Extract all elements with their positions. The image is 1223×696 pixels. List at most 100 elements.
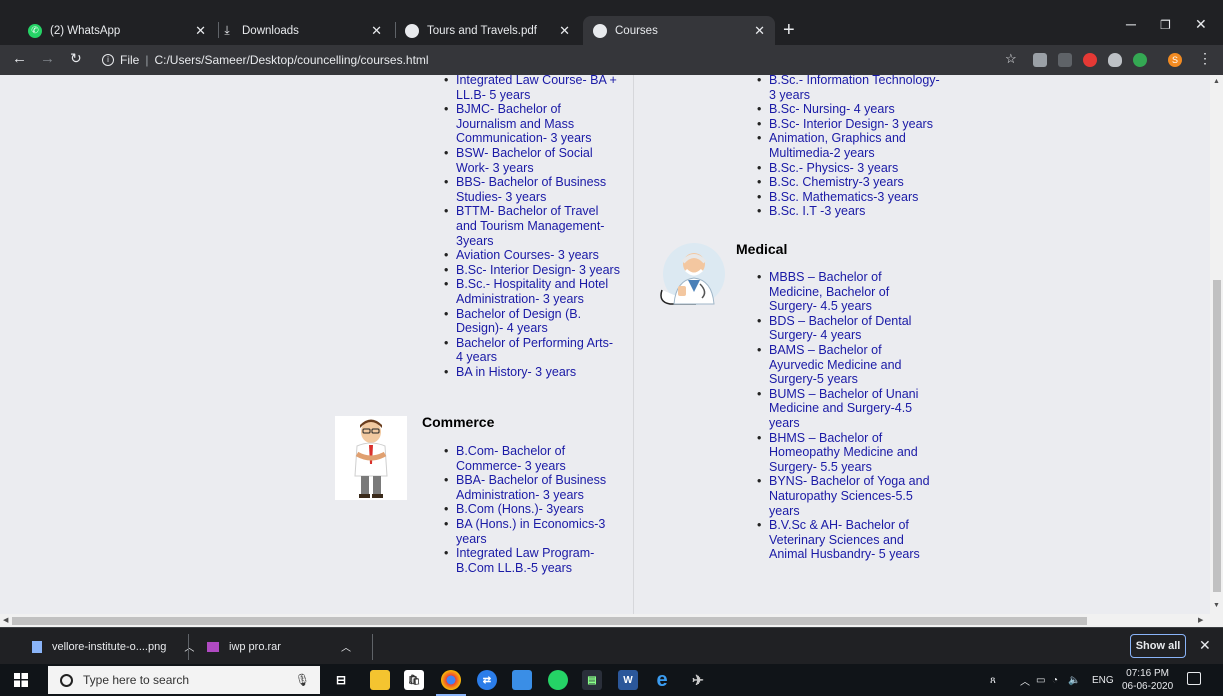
tab-title: Courses: [615, 24, 658, 37]
course-item[interactable]: BUMS – Bachelor of Unani Medicine and Su…: [754, 387, 934, 431]
scroll-down-arrow-icon[interactable]: ▼: [1213, 602, 1220, 609]
show-all-button[interactable]: Show all: [1130, 634, 1186, 658]
course-item[interactable]: B.Com- Bachelor of Commerce- 3 years: [441, 444, 621, 473]
course-item[interactable]: B.Sc.- Information Technology- 3 years: [754, 75, 944, 102]
course-item[interactable]: B.Sc- Interior Design- 3 years: [441, 263, 621, 278]
adblock-icon[interactable]: [1083, 53, 1097, 67]
address-bar[interactable]: i File | C:/Users/Sameer/Desktop/councel…: [102, 49, 992, 71]
course-item[interactable]: Aviation Courses- 3 years: [441, 248, 621, 263]
system-clock[interactable]: 07:16 PM 06-06-2020: [1122, 667, 1173, 693]
restore-icon[interactable]: ❐: [1160, 18, 1171, 32]
new-tab-button[interactable]: +: [783, 19, 795, 42]
download-separator: [188, 634, 189, 660]
course-item[interactable]: Integrated Law Course- BA + LL.B- 5 year…: [441, 75, 621, 102]
course-item[interactable]: B.Sc. Mathematics-3 years: [754, 190, 944, 205]
search-icon: [60, 673, 73, 687]
course-item[interactable]: BTTM- Bachelor of Travel and Tourism Man…: [441, 204, 621, 248]
course-item[interactable]: B.Com (Hons.)- 3years: [441, 502, 621, 517]
course-item[interactable]: B.Sc. Chemistry-3 years: [754, 175, 944, 190]
editor-icon[interactable]: [512, 670, 532, 690]
course-item[interactable]: BJMC- Bachelor of Journalism and Mass Co…: [441, 102, 621, 146]
scroll-up-arrow-icon[interactable]: ▲: [1213, 78, 1220, 85]
scroll-left-arrow-icon[interactable]: ◀: [3, 616, 8, 624]
close-icon[interactable]: ✕: [371, 23, 382, 39]
download-item[interactable]: iwp pro.rar ︿: [207, 628, 351, 665]
language-indicator[interactable]: ENG: [1092, 664, 1114, 696]
tab-downloads[interactable]: ⤓ Downloads ✕: [220, 16, 392, 45]
course-item[interactable]: BBS- Bachelor of Business Studies- 3 yea…: [441, 175, 621, 204]
course-item[interactable]: MBBS – Bachelor of Medicine, Bachelor of…: [754, 270, 934, 314]
chevron-up-icon[interactable]: ︿: [184, 639, 194, 654]
tab-whatsapp[interactable]: ✆ (2) WhatsApp ✕: [28, 16, 216, 45]
course-item[interactable]: BSW- Bachelor of Social Work- 3 years: [441, 146, 621, 175]
word-icon[interactable]: W: [618, 670, 638, 690]
column-divider: [633, 75, 634, 614]
close-icon[interactable]: ✕: [559, 23, 570, 39]
scroll-right-arrow-icon[interactable]: ▶: [1198, 616, 1203, 624]
course-item[interactable]: Bachelor of Design (B. Design)- 4 years: [441, 307, 621, 336]
chrome-icon: [405, 23, 419, 38]
info-icon[interactable]: i: [102, 54, 114, 66]
horizontal-scrollbar[interactable]: ◀ ▶: [0, 614, 1223, 627]
network-app-icon[interactable]: ✈: [688, 670, 708, 690]
window-close-icon[interactable]: ✕: [1195, 16, 1207, 33]
close-download-bar-icon[interactable]: ✕: [1199, 637, 1211, 654]
battery-icon[interactable]: ▭: [1036, 664, 1045, 696]
reload-icon[interactable]: ↻: [70, 50, 82, 67]
course-item[interactable]: BAMS – Bachelor of Ayurvedic Medicine an…: [754, 343, 934, 387]
star-icon[interactable]: ☆: [1005, 51, 1017, 67]
task-view-icon[interactable]: ⊟: [331, 670, 351, 690]
course-item[interactable]: BA in History- 3 years: [441, 365, 621, 380]
file-explorer-icon[interactable]: [370, 670, 390, 690]
volume-icon[interactable]: 🔈: [1068, 664, 1080, 696]
teamviewer-icon[interactable]: ⇄: [477, 670, 497, 690]
scrollbar-thumb[interactable]: [12, 617, 1087, 625]
sublime-icon[interactable]: ▤: [582, 670, 602, 690]
back-icon[interactable]: ←: [12, 50, 27, 67]
course-item[interactable]: B.Sc.- Physics- 3 years: [754, 161, 944, 176]
course-item[interactable]: B.V.Sc & AH- Bachelor of Veterinary Scie…: [754, 518, 934, 562]
shield-icon[interactable]: [1108, 53, 1122, 67]
microphone-icon[interactable]: 🎙: [295, 673, 310, 687]
tray-people-icon[interactable]: ጸ: [990, 664, 996, 696]
profile-avatar[interactable]: S: [1168, 53, 1182, 67]
store-icon[interactable]: 🛍: [404, 670, 424, 690]
course-item[interactable]: B.Sc. I.T -3 years: [754, 204, 944, 219]
forward-icon[interactable]: →: [40, 50, 55, 67]
extension-icon[interactable]: [1058, 53, 1072, 67]
course-item[interactable]: BBA- Bachelor of Business Administration…: [441, 473, 621, 502]
taskbar-search-box[interactable]: Type here to search 🎙: [48, 666, 320, 694]
course-item[interactable]: B.Sc- Interior Design- 3 years: [754, 117, 944, 132]
tab-courses[interactable]: Courses ✕: [583, 16, 775, 45]
scrollbar-thumb[interactable]: [1213, 280, 1221, 592]
wifi-icon[interactable]: ◔: [1052, 664, 1058, 696]
course-item[interactable]: BYNS- Bachelor of Yoga and Naturopathy S…: [754, 474, 934, 518]
whatsapp-taskbar-icon[interactable]: [548, 670, 568, 690]
course-item[interactable]: BDS – Bachelor of Dental Surgery- 4 year…: [754, 314, 934, 343]
clock-date: 06-06-2020: [1122, 681, 1174, 692]
close-icon[interactable]: ✕: [754, 23, 765, 39]
notification-icon[interactable]: [1187, 672, 1201, 685]
tray-chevron-icon[interactable]: ︿: [1020, 664, 1030, 696]
course-item[interactable]: BHMS – Bachelor of Homeopathy Medicine a…: [754, 431, 934, 475]
course-item[interactable]: Bachelor of Performing Arts- 4 years: [441, 336, 621, 365]
course-item[interactable]: Integrated Law Program- B.Com LL.B.-5 ye…: [441, 546, 621, 575]
windows-start-icon[interactable]: [14, 673, 28, 687]
chrome-taskbar-icon[interactable]: [441, 670, 461, 690]
course-item[interactable]: BA (Hons.) in Economics-3 years: [441, 517, 621, 546]
course-item[interactable]: B.Sc.- Hospitality and Hotel Administrat…: [441, 277, 621, 306]
menu-icon[interactable]: ⋮: [1198, 50, 1212, 67]
edge-icon[interactable]: e: [652, 669, 672, 691]
grammarly-icon[interactable]: [1133, 53, 1147, 67]
chevron-up-icon[interactable]: ︿: [341, 639, 351, 654]
download-item[interactable]: vellore-institute-o....png ︿: [32, 628, 194, 665]
close-icon[interactable]: ✕: [195, 23, 206, 39]
minimize-icon[interactable]: ─: [1126, 16, 1136, 32]
course-item[interactable]: B.Sc- Nursing- 4 years: [754, 102, 944, 117]
course-item[interactable]: Animation, Graphics and Multimedia-2 yea…: [754, 131, 944, 160]
vertical-scrollbar[interactable]: ▲ ▼: [1210, 75, 1223, 614]
tab-tours-pdf[interactable]: Tours and Travels.pdf ✕: [405, 16, 580, 45]
extension-icon[interactable]: [1033, 53, 1047, 67]
address-separator: |: [145, 53, 149, 67]
download-filename: vellore-institute-o....png: [52, 640, 167, 653]
